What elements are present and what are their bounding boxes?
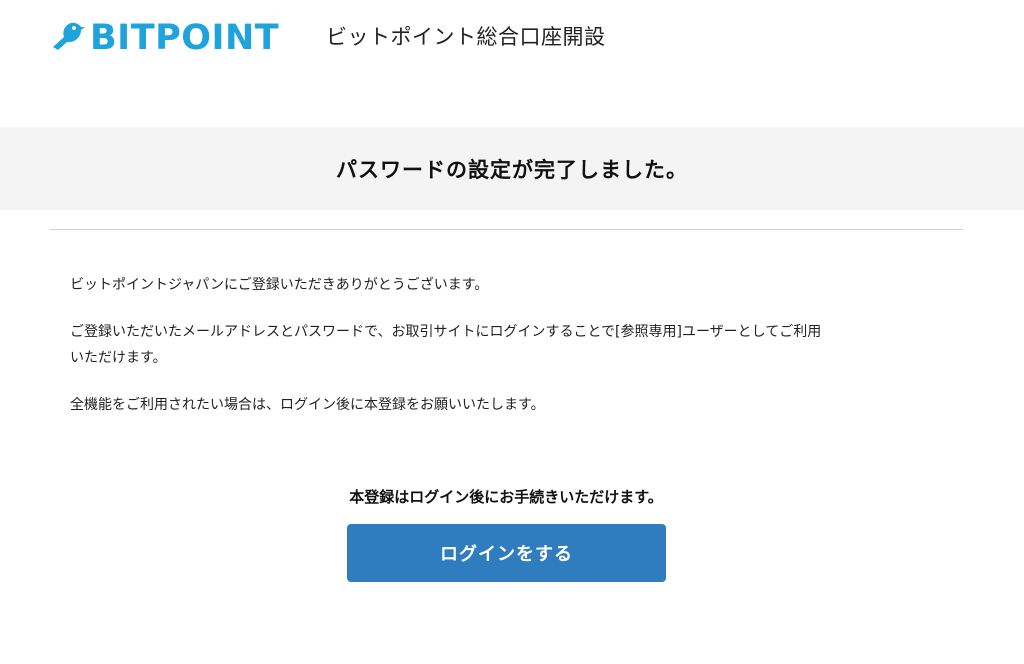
logo[interactable]: BITPOINT <box>50 18 279 58</box>
thanks-paragraph: ビットポイントジャパンにご登録いただきありがとうございます。 <box>70 277 489 293</box>
page-title: パスワードの設定が完了しました。 <box>336 157 688 182</box>
completion-banner: パスワードの設定が完了しました。 <box>0 127 1024 210</box>
reference-only-line-2: いただけます。 <box>70 350 167 366</box>
header: BITPOINT ビットポイント総合口座開設 <box>0 0 1024 80</box>
site-title: ビットポイント総合口座開設 <box>326 25 606 49</box>
reference-only-paragraph: ご登録いただいたメールアドレスとパスワードで、お取引サイトにログインすることで[… <box>70 319 960 371</box>
reference-only-line-1: ご登録いただいたメールアドレスとパスワードで、お取引サイトにログインすることで[… <box>70 324 822 340</box>
login-button[interactable]: ログインをする <box>347 524 666 582</box>
message-content: ビットポイントジャパンにご登録いただきありがとうございます。 ご登録いただいたメ… <box>70 272 960 439</box>
full-registration-paragraph: 全機能をご利用されたい場合は、ログイン後に本登録をお願いいたします。 <box>70 397 545 413</box>
divider <box>50 229 963 230</box>
logo-text: BITPOINT <box>90 18 280 58</box>
bird-icon <box>50 20 86 56</box>
registration-notice: 本登録はログイン後にお手続きいただけます。 <box>349 488 663 506</box>
